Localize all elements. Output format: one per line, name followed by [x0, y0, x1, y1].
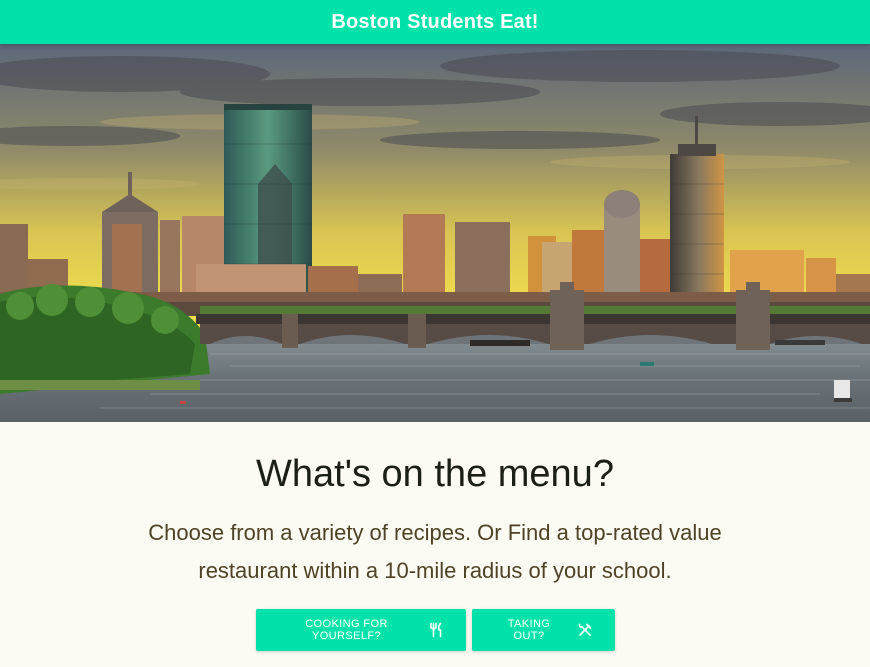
menu-headline: What's on the menu? [256, 453, 614, 495]
cooking-button-label: COOKING FOR YOURSELF? [305, 618, 388, 642]
action-buttons: COOKING FOR YOURSELF? TAKING OUT? [0, 609, 870, 651]
hero-image [0, 44, 870, 422]
main-content: What's on the menu? Choose from a variet… [0, 422, 870, 651]
cooking-for-yourself-button[interactable]: COOKING FOR YOURSELF? [255, 609, 466, 651]
app-header: Boston Students Eat! [0, 0, 870, 44]
site-title: Boston Students Eat! [331, 10, 539, 33]
crossed-utensils-icon [577, 622, 593, 638]
boston-skyline-illustration [0, 44, 870, 422]
intro-text: Choose from a variety of recipes. Or Fin… [148, 520, 722, 583]
fork-knife-icon [428, 622, 444, 638]
taking-out-button[interactable]: TAKING OUT? [471, 609, 615, 651]
taking-out-button-label: TAKING OUT? [507, 618, 551, 642]
